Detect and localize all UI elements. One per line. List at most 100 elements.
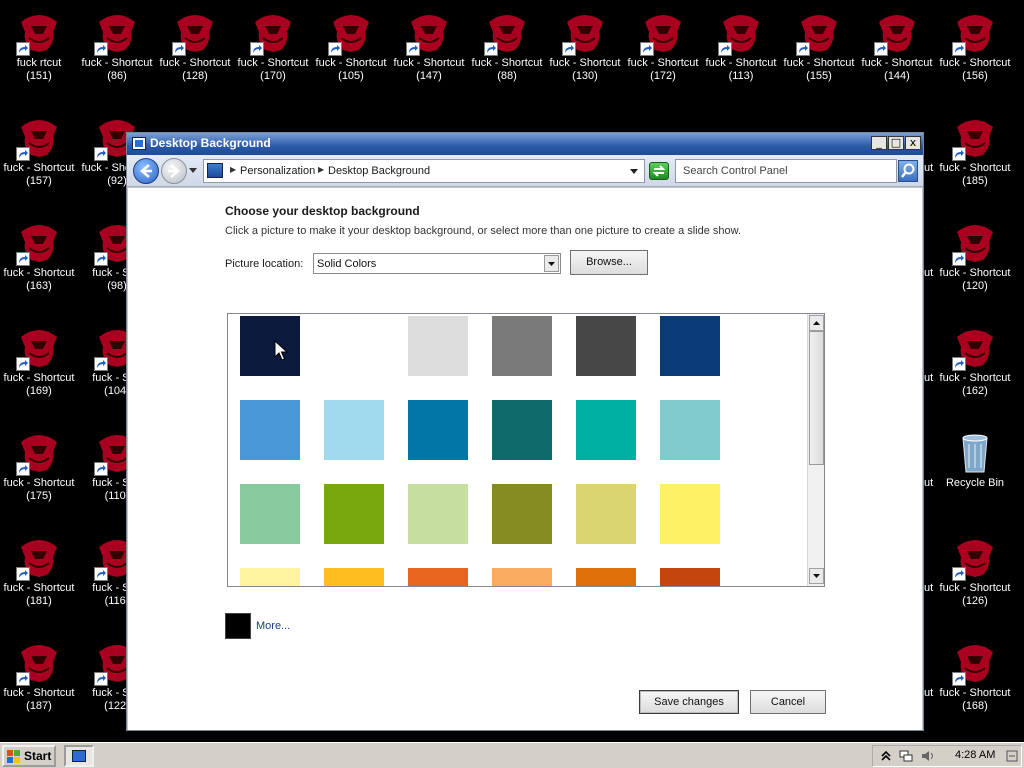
- color-swatch[interactable]: [492, 568, 552, 586]
- desktop-shortcut[interactable]: fuck - Shortcut (155): [780, 4, 858, 104]
- desktop-shortcut[interactable]: fuck - Shortcut (162): [936, 319, 1014, 419]
- desktop-icon-label-partial: ut: [924, 372, 934, 384]
- color-swatch[interactable]: [324, 400, 384, 460]
- show-hidden-icons-icon[interactable]: [879, 749, 893, 763]
- color-swatch[interactable]: [240, 316, 300, 376]
- color-swatch[interactable]: [324, 568, 384, 586]
- desktop-shortcut[interactable]: fuck - Shortcut (157): [0, 109, 78, 209]
- forward-button[interactable]: [161, 158, 187, 184]
- color-swatch[interactable]: [408, 316, 468, 376]
- color-swatch[interactable]: [240, 484, 300, 544]
- desktop-icon-label: fuck - Shortcut (86): [81, 57, 153, 82]
- desktop-icon-label: fuck - Shortcut (105): [315, 57, 387, 82]
- color-swatch[interactable]: [576, 568, 636, 586]
- vertical-scrollbar[interactable]: [807, 314, 824, 586]
- title-bar[interactable]: Desktop Background _ □ x: [127, 133, 923, 155]
- color-swatch-list[interactable]: [227, 313, 825, 587]
- search-button[interactable]: [898, 160, 918, 182]
- desktop-icon-label: fuck - Shortcut (172): [627, 57, 699, 82]
- desktop-icon-label: fuck - Shortcut (147): [393, 57, 465, 82]
- shortcut-arrow-icon: [94, 147, 108, 161]
- scroll-up-button[interactable]: [809, 315, 824, 331]
- color-swatch[interactable]: [240, 568, 300, 586]
- recycle-bin-icon: [962, 434, 988, 473]
- scrollbar-thumb[interactable]: [809, 331, 824, 465]
- breadcrumb-desktop-background[interactable]: Desktop Background: [328, 165, 430, 177]
- color-swatch[interactable]: [408, 568, 468, 586]
- color-swatch[interactable]: [492, 316, 552, 376]
- back-button[interactable]: [133, 158, 159, 184]
- desktop-icon-label: fuck - Shortcut (157): [3, 162, 75, 187]
- color-swatch[interactable]: [492, 400, 552, 460]
- color-swatch[interactable]: [240, 400, 300, 460]
- desktop-shortcut[interactable]: fuck - Shortcut (105): [312, 4, 390, 104]
- color-swatch[interactable]: [492, 484, 552, 544]
- minimize-button[interactable]: _: [871, 136, 887, 150]
- close-button[interactable]: x: [905, 136, 921, 150]
- shortcut-arrow-icon: [172, 42, 186, 56]
- desktop-shortcut[interactable]: fuck - Shortcut (86): [78, 4, 156, 104]
- desktop-icon-label: fuck - Shortcut (162): [939, 372, 1011, 397]
- desktop-icon-label-partial: ut: [924, 162, 934, 174]
- desktop-shortcut[interactable]: fuck - Shortcut (88): [468, 4, 546, 104]
- desktop-shortcut[interactable]: fuck - Shortcut (181): [0, 529, 78, 629]
- color-swatch[interactable]: [408, 484, 468, 544]
- cancel-button[interactable]: Cancel: [750, 690, 826, 714]
- shortcut-arrow-icon: [640, 42, 654, 56]
- dropdown-arrow-button[interactable]: [544, 255, 559, 272]
- color-swatch[interactable]: [324, 484, 384, 544]
- picture-location-select[interactable]: Solid Colors: [313, 253, 561, 274]
- desktop-shortcut[interactable]: fuck - Shortcut (172): [624, 4, 702, 104]
- maximize-button[interactable]: □: [888, 136, 904, 150]
- desktop-shortcut[interactable]: fuck rtcut (151): [0, 4, 78, 104]
- search-input[interactable]: Search Control Panel: [675, 159, 897, 183]
- color-swatch[interactable]: [660, 568, 720, 586]
- desktop-shortcut[interactable]: fuck - Shortcut (130): [546, 4, 624, 104]
- more-colors-link[interactable]: More...: [256, 620, 290, 632]
- desktop-shortcut[interactable]: fuck - Shortcut (113): [702, 4, 780, 104]
- color-swatch[interactable]: [660, 316, 720, 376]
- desktop-shortcut[interactable]: fuck - Shortcut (185): [936, 109, 1014, 209]
- window-title: Desktop Background: [150, 136, 271, 150]
- color-swatch[interactable]: [576, 484, 636, 544]
- more-color-swatch[interactable]: [225, 613, 251, 639]
- desktop-shortcut[interactable]: fuck - Shortcut (156): [936, 4, 1014, 104]
- recycle-bin-desktop-icon[interactable]: Recycle Bin: [936, 424, 1014, 524]
- color-swatch[interactable]: [408, 400, 468, 460]
- desktop-shortcut[interactable]: fuck - Shortcut (168): [936, 634, 1014, 734]
- scroll-down-button[interactable]: [809, 568, 824, 584]
- browse-button[interactable]: Browse...: [570, 250, 648, 275]
- breadcrumb-personalization[interactable]: Personalization: [240, 165, 315, 177]
- volume-icon[interactable]: [921, 749, 935, 763]
- address-field[interactable]: ▶ Personalization ▶ Desktop Background: [203, 159, 645, 183]
- color-swatch[interactable]: [324, 316, 384, 376]
- start-button[interactable]: Start: [2, 745, 56, 767]
- desktop-shortcut[interactable]: fuck - Shortcut (144): [858, 4, 936, 104]
- color-swatch[interactable]: [660, 484, 720, 544]
- desktop-shortcut[interactable]: fuck - Shortcut (187): [0, 634, 78, 734]
- color-swatch[interactable]: [576, 400, 636, 460]
- desktop-shortcut[interactable]: fuck - Shortcut (169): [0, 319, 78, 419]
- refresh-button[interactable]: [649, 162, 669, 180]
- taskbar-item-control-panel[interactable]: [64, 745, 94, 767]
- save-changes-button[interactable]: Save changes: [639, 690, 739, 714]
- recent-pages-dropdown-icon[interactable]: [189, 168, 197, 174]
- shortcut-arrow-icon: [406, 42, 420, 56]
- desktop-shortcut[interactable]: fuck - Shortcut (163): [0, 214, 78, 314]
- desktop-shortcut[interactable]: fuck - Shortcut (128): [156, 4, 234, 104]
- action-center-icon[interactable]: [1005, 749, 1019, 763]
- breadcrumb-separator-icon[interactable]: ▶: [230, 165, 236, 174]
- desktop-icon-label: fuck - Shortcut (144): [861, 57, 933, 82]
- color-swatch[interactable]: [576, 316, 636, 376]
- desktop-shortcut[interactable]: fuck - Shortcut (126): [936, 529, 1014, 629]
- desktop-shortcut[interactable]: fuck - Shortcut (120): [936, 214, 1014, 314]
- desktop-shortcut[interactable]: fuck - Shortcut (175): [0, 424, 78, 524]
- breadcrumb-separator-icon[interactable]: ▶: [318, 165, 324, 174]
- color-swatch[interactable]: [660, 400, 720, 460]
- desktop-shortcut[interactable]: fuck - Shortcut (170): [234, 4, 312, 104]
- network-icon[interactable]: [899, 749, 913, 763]
- shortcut-arrow-icon: [796, 42, 810, 56]
- address-dropdown-icon[interactable]: [630, 169, 638, 175]
- desktop-shortcut[interactable]: fuck - Shortcut (147): [390, 4, 468, 104]
- desktop-icon-label: fuck - Shortcut (170): [237, 57, 309, 82]
